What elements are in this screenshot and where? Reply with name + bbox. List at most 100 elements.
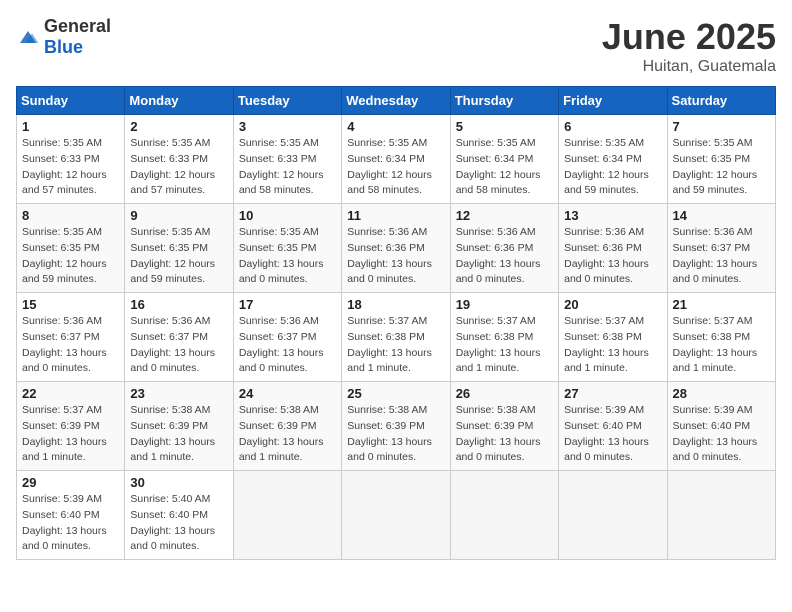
day-info: Sunrise: 5:39 AMSunset: 6:40 PMDaylight:… (673, 403, 770, 466)
day-info: Sunrise: 5:37 AMSunset: 6:38 PMDaylight:… (564, 314, 661, 377)
day-number: 3 (239, 119, 336, 134)
day-number: 21 (673, 297, 770, 312)
calendar-cell: 3 Sunrise: 5:35 AMSunset: 6:33 PMDayligh… (233, 115, 341, 204)
header-monday: Monday (125, 87, 233, 115)
calendar-cell: 13 Sunrise: 5:36 AMSunset: 6:36 PMDaylig… (559, 204, 667, 293)
day-info: Sunrise: 5:35 AMSunset: 6:34 PMDaylight:… (347, 136, 444, 199)
day-info: Sunrise: 5:36 AMSunset: 6:37 PMDaylight:… (239, 314, 336, 377)
month-title: June 2025 (602, 16, 776, 58)
calendar-cell: 11 Sunrise: 5:36 AMSunset: 6:36 PMDaylig… (342, 204, 450, 293)
day-info: Sunrise: 5:35 AMSunset: 6:34 PMDaylight:… (564, 136, 661, 199)
calendar-table: Sunday Monday Tuesday Wednesday Thursday… (16, 86, 776, 560)
day-number: 5 (456, 119, 553, 134)
day-info: Sunrise: 5:37 AMSunset: 6:38 PMDaylight:… (456, 314, 553, 377)
title-area: June 2025 Huitan, Guatemala (602, 16, 776, 76)
weekday-header-row: Sunday Monday Tuesday Wednesday Thursday… (17, 87, 776, 115)
calendar-cell (450, 471, 558, 560)
day-number: 23 (130, 386, 227, 401)
day-info: Sunrise: 5:35 AMSunset: 6:33 PMDaylight:… (22, 136, 119, 199)
day-info: Sunrise: 5:36 AMSunset: 6:36 PMDaylight:… (456, 225, 553, 288)
day-info: Sunrise: 5:36 AMSunset: 6:37 PMDaylight:… (130, 314, 227, 377)
day-number: 8 (22, 208, 119, 223)
calendar-row: 29 Sunrise: 5:39 AMSunset: 6:40 PMDaylig… (17, 471, 776, 560)
calendar-cell: 5 Sunrise: 5:35 AMSunset: 6:34 PMDayligh… (450, 115, 558, 204)
calendar-cell: 14 Sunrise: 5:36 AMSunset: 6:37 PMDaylig… (667, 204, 775, 293)
header-wednesday: Wednesday (342, 87, 450, 115)
day-info: Sunrise: 5:39 AMSunset: 6:40 PMDaylight:… (564, 403, 661, 466)
day-info: Sunrise: 5:35 AMSunset: 6:35 PMDaylight:… (130, 225, 227, 288)
calendar-row: 22 Sunrise: 5:37 AMSunset: 6:39 PMDaylig… (17, 382, 776, 471)
calendar-cell: 6 Sunrise: 5:35 AMSunset: 6:34 PMDayligh… (559, 115, 667, 204)
calendar-cell: 9 Sunrise: 5:35 AMSunset: 6:35 PMDayligh… (125, 204, 233, 293)
calendar-cell: 15 Sunrise: 5:36 AMSunset: 6:37 PMDaylig… (17, 293, 125, 382)
location-title: Huitan, Guatemala (602, 58, 776, 76)
day-info: Sunrise: 5:36 AMSunset: 6:37 PMDaylight:… (673, 225, 770, 288)
calendar-cell (559, 471, 667, 560)
calendar-cell: 16 Sunrise: 5:36 AMSunset: 6:37 PMDaylig… (125, 293, 233, 382)
day-info: Sunrise: 5:37 AMSunset: 6:38 PMDaylight:… (673, 314, 770, 377)
calendar-cell: 7 Sunrise: 5:35 AMSunset: 6:35 PMDayligh… (667, 115, 775, 204)
day-number: 20 (564, 297, 661, 312)
header-thursday: Thursday (450, 87, 558, 115)
calendar-cell: 19 Sunrise: 5:37 AMSunset: 6:38 PMDaylig… (450, 293, 558, 382)
day-number: 4 (347, 119, 444, 134)
day-number: 16 (130, 297, 227, 312)
day-info: Sunrise: 5:36 AMSunset: 6:36 PMDaylight:… (564, 225, 661, 288)
day-info: Sunrise: 5:35 AMSunset: 6:33 PMDaylight:… (239, 136, 336, 199)
day-number: 27 (564, 386, 661, 401)
calendar-body: 1 Sunrise: 5:35 AMSunset: 6:33 PMDayligh… (17, 115, 776, 560)
logo-icon (16, 27, 40, 47)
day-number: 28 (673, 386, 770, 401)
day-number: 7 (673, 119, 770, 134)
day-info: Sunrise: 5:35 AMSunset: 6:35 PMDaylight:… (22, 225, 119, 288)
calendar-cell: 27 Sunrise: 5:39 AMSunset: 6:40 PMDaylig… (559, 382, 667, 471)
logo-blue: Blue (44, 37, 83, 57)
calendar-cell (667, 471, 775, 560)
calendar-cell: 20 Sunrise: 5:37 AMSunset: 6:38 PMDaylig… (559, 293, 667, 382)
calendar-cell (233, 471, 341, 560)
day-number: 15 (22, 297, 119, 312)
day-number: 18 (347, 297, 444, 312)
day-info: Sunrise: 5:38 AMSunset: 6:39 PMDaylight:… (239, 403, 336, 466)
header-saturday: Saturday (667, 87, 775, 115)
day-info: Sunrise: 5:35 AMSunset: 6:34 PMDaylight:… (456, 136, 553, 199)
calendar-cell: 21 Sunrise: 5:37 AMSunset: 6:38 PMDaylig… (667, 293, 775, 382)
header-sunday: Sunday (17, 87, 125, 115)
day-number: 22 (22, 386, 119, 401)
logo-text: General Blue (44, 16, 111, 58)
day-number: 14 (673, 208, 770, 223)
logo-general: General (44, 16, 111, 36)
day-number: 17 (239, 297, 336, 312)
day-info: Sunrise: 5:36 AMSunset: 6:37 PMDaylight:… (22, 314, 119, 377)
day-number: 10 (239, 208, 336, 223)
calendar-cell: 1 Sunrise: 5:35 AMSunset: 6:33 PMDayligh… (17, 115, 125, 204)
day-info: Sunrise: 5:35 AMSunset: 6:35 PMDaylight:… (673, 136, 770, 199)
calendar-cell: 26 Sunrise: 5:38 AMSunset: 6:39 PMDaylig… (450, 382, 558, 471)
day-number: 2 (130, 119, 227, 134)
calendar-cell: 8 Sunrise: 5:35 AMSunset: 6:35 PMDayligh… (17, 204, 125, 293)
calendar-cell (342, 471, 450, 560)
day-number: 1 (22, 119, 119, 134)
calendar-cell: 28 Sunrise: 5:39 AMSunset: 6:40 PMDaylig… (667, 382, 775, 471)
calendar-cell: 22 Sunrise: 5:37 AMSunset: 6:39 PMDaylig… (17, 382, 125, 471)
calendar-cell: 25 Sunrise: 5:38 AMSunset: 6:39 PMDaylig… (342, 382, 450, 471)
day-number: 30 (130, 475, 227, 490)
calendar-cell: 10 Sunrise: 5:35 AMSunset: 6:35 PMDaylig… (233, 204, 341, 293)
calendar-cell: 29 Sunrise: 5:39 AMSunset: 6:40 PMDaylig… (17, 471, 125, 560)
day-number: 26 (456, 386, 553, 401)
day-info: Sunrise: 5:39 AMSunset: 6:40 PMDaylight:… (22, 492, 119, 555)
calendar-row: 15 Sunrise: 5:36 AMSunset: 6:37 PMDaylig… (17, 293, 776, 382)
day-info: Sunrise: 5:37 AMSunset: 6:38 PMDaylight:… (347, 314, 444, 377)
calendar-cell: 12 Sunrise: 5:36 AMSunset: 6:36 PMDaylig… (450, 204, 558, 293)
calendar-cell: 23 Sunrise: 5:38 AMSunset: 6:39 PMDaylig… (125, 382, 233, 471)
day-number: 29 (22, 475, 119, 490)
calendar-cell: 24 Sunrise: 5:38 AMSunset: 6:39 PMDaylig… (233, 382, 341, 471)
day-number: 25 (347, 386, 444, 401)
day-info: Sunrise: 5:35 AMSunset: 6:35 PMDaylight:… (239, 225, 336, 288)
day-number: 13 (564, 208, 661, 223)
calendar-row: 1 Sunrise: 5:35 AMSunset: 6:33 PMDayligh… (17, 115, 776, 204)
logo: General Blue (16, 16, 111, 58)
calendar-cell: 2 Sunrise: 5:35 AMSunset: 6:33 PMDayligh… (125, 115, 233, 204)
day-info: Sunrise: 5:35 AMSunset: 6:33 PMDaylight:… (130, 136, 227, 199)
day-number: 24 (239, 386, 336, 401)
